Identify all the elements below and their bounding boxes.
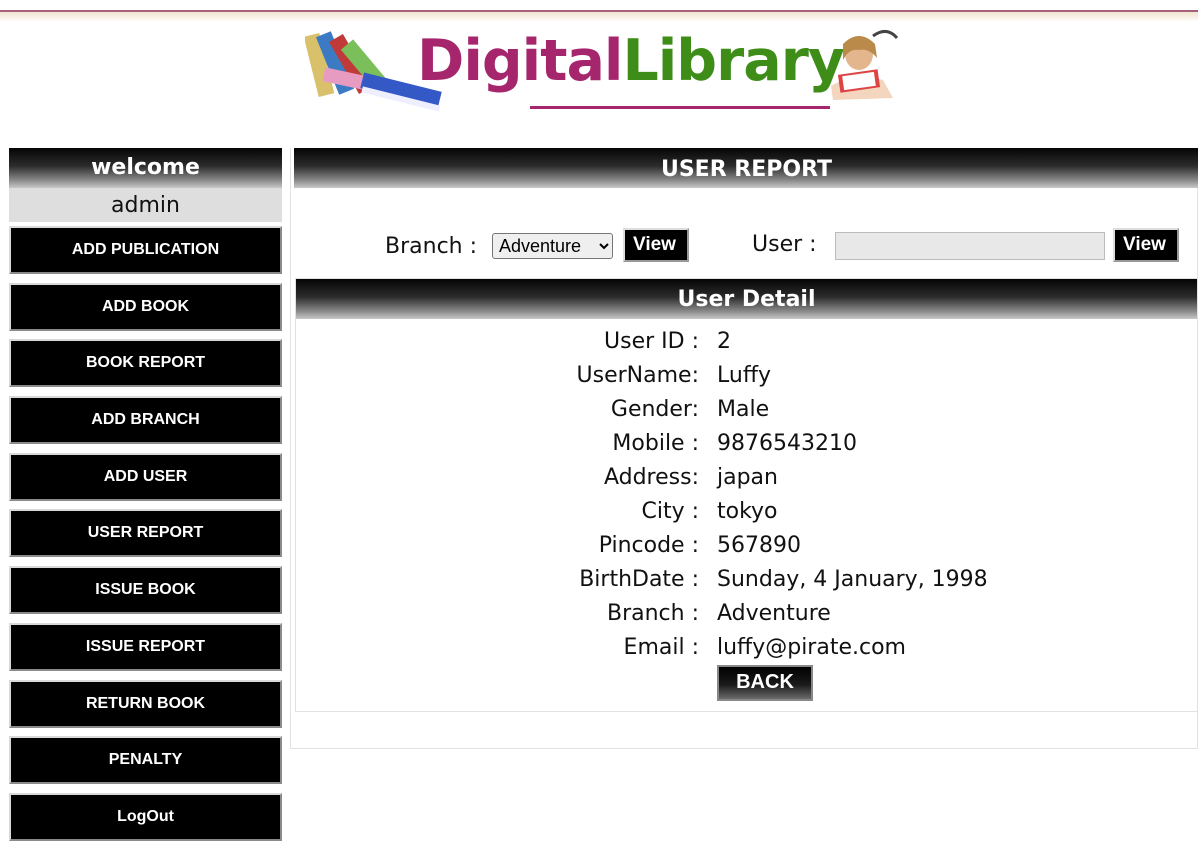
- logo-underline: [530, 106, 830, 109]
- detail-value: 2: [717, 329, 731, 354]
- detail-label: UserName:: [576, 363, 699, 388]
- detail-value: Male: [717, 397, 770, 422]
- top-decorative-strip: [0, 0, 1198, 22]
- filter-row: Branch : Adventure View User : View: [291, 228, 1198, 268]
- logo-text-library: Library: [622, 28, 845, 94]
- sidebar-item-add-user[interactable]: ADD USER: [9, 452, 282, 501]
- sidebar-item-return-book[interactable]: RETURN BOOK: [9, 679, 282, 728]
- sidebar-item-issue-report[interactable]: ISSUE REPORT: [9, 622, 282, 671]
- detail-row-username: UserName: Luffy: [296, 363, 1198, 397]
- detail-value: luffy@pirate.com: [717, 635, 906, 660]
- detail-label: Pincode :: [598, 533, 699, 558]
- sidebar: welcome admin ADD PUBLICATION ADD BOOK B…: [9, 148, 282, 850]
- current-user-label: admin: [9, 188, 282, 222]
- detail-value: 9876543210: [717, 431, 857, 456]
- detail-label: Gender:: [610, 397, 699, 422]
- detail-label: City :: [641, 499, 699, 524]
- detail-value: tokyo: [717, 499, 778, 524]
- main-panel: USER REPORT Branch : Adventure View User…: [290, 148, 1198, 749]
- detail-value: Sunday, 4 January, 1998: [717, 567, 988, 592]
- detail-row-birthdate: BirthDate : Sunday, 4 January, 1998: [296, 567, 1198, 601]
- detail-row-email: Email : luffy@pirate.com: [296, 635, 1198, 669]
- detail-row-city: City : tokyo: [296, 499, 1198, 533]
- detail-label: User ID :: [604, 329, 699, 354]
- sidebar-item-issue-book[interactable]: ISSUE BOOK: [9, 566, 282, 615]
- sidebar-item-add-branch[interactable]: ADD BRANCH: [9, 396, 282, 445]
- detail-label: Address:: [603, 465, 699, 490]
- sidebar-item-book-report[interactable]: BOOK REPORT: [9, 339, 282, 388]
- detail-row-mobile: Mobile : 9876543210: [296, 431, 1198, 465]
- detail-label: BirthDate :: [579, 567, 699, 592]
- detail-label: Mobile :: [612, 431, 699, 456]
- user-detail-rows: User ID : 2 UserName: Luffy Gender: Male Mo…: [296, 329, 1198, 669]
- detail-row-pincode: Pincode : 567890: [296, 533, 1198, 567]
- detail-label: Email :: [623, 635, 699, 660]
- sidebar-item-logout[interactable]: LogOut: [9, 792, 282, 841]
- detail-value: Adventure: [717, 601, 831, 626]
- digital-library-logo: DigitalLibrary: [305, 26, 905, 118]
- detail-row-gender: Gender: Male: [296, 397, 1198, 431]
- user-search-input[interactable]: [835, 232, 1105, 260]
- sidebar-item-add-book[interactable]: ADD BOOK: [9, 282, 282, 331]
- detail-row-user-id: User ID : 2: [296, 329, 1198, 363]
- detail-value: Luffy: [717, 363, 771, 388]
- logo-text-digital: Digital: [417, 28, 623, 94]
- logo-title: DigitalLibrary: [417, 24, 845, 98]
- user-detail-panel: User Detail User ID : 2 UserName: Luffy Ge…: [295, 278, 1198, 712]
- detail-row-branch: Branch : Adventure: [296, 601, 1198, 635]
- user-filter-label: User :: [752, 232, 817, 257]
- sidebar-menu: ADD PUBLICATION ADD BOOK BOOK REPORT ADD…: [9, 226, 282, 841]
- branch-select[interactable]: Adventure: [492, 233, 613, 259]
- reading-girl-icon: [831, 30, 899, 100]
- detail-row-address: Address: japan: [296, 465, 1198, 499]
- page-title: USER REPORT: [294, 148, 1198, 188]
- back-button[interactable]: BACK: [717, 665, 813, 701]
- branch-filter-label: Branch :: [385, 234, 478, 259]
- sidebar-item-user-report[interactable]: USER REPORT: [9, 509, 282, 558]
- view-branch-button[interactable]: View: [623, 228, 689, 262]
- detail-value: 567890: [717, 533, 801, 558]
- view-user-button[interactable]: View: [1113, 228, 1179, 262]
- sidebar-item-penalty[interactable]: PENALTY: [9, 736, 282, 785]
- sidebar-item-add-publication[interactable]: ADD PUBLICATION: [9, 226, 282, 274]
- welcome-header: welcome: [9, 148, 282, 188]
- detail-label: Branch :: [606, 601, 699, 626]
- user-detail-title: User Detail: [296, 279, 1197, 319]
- detail-value: japan: [717, 465, 778, 490]
